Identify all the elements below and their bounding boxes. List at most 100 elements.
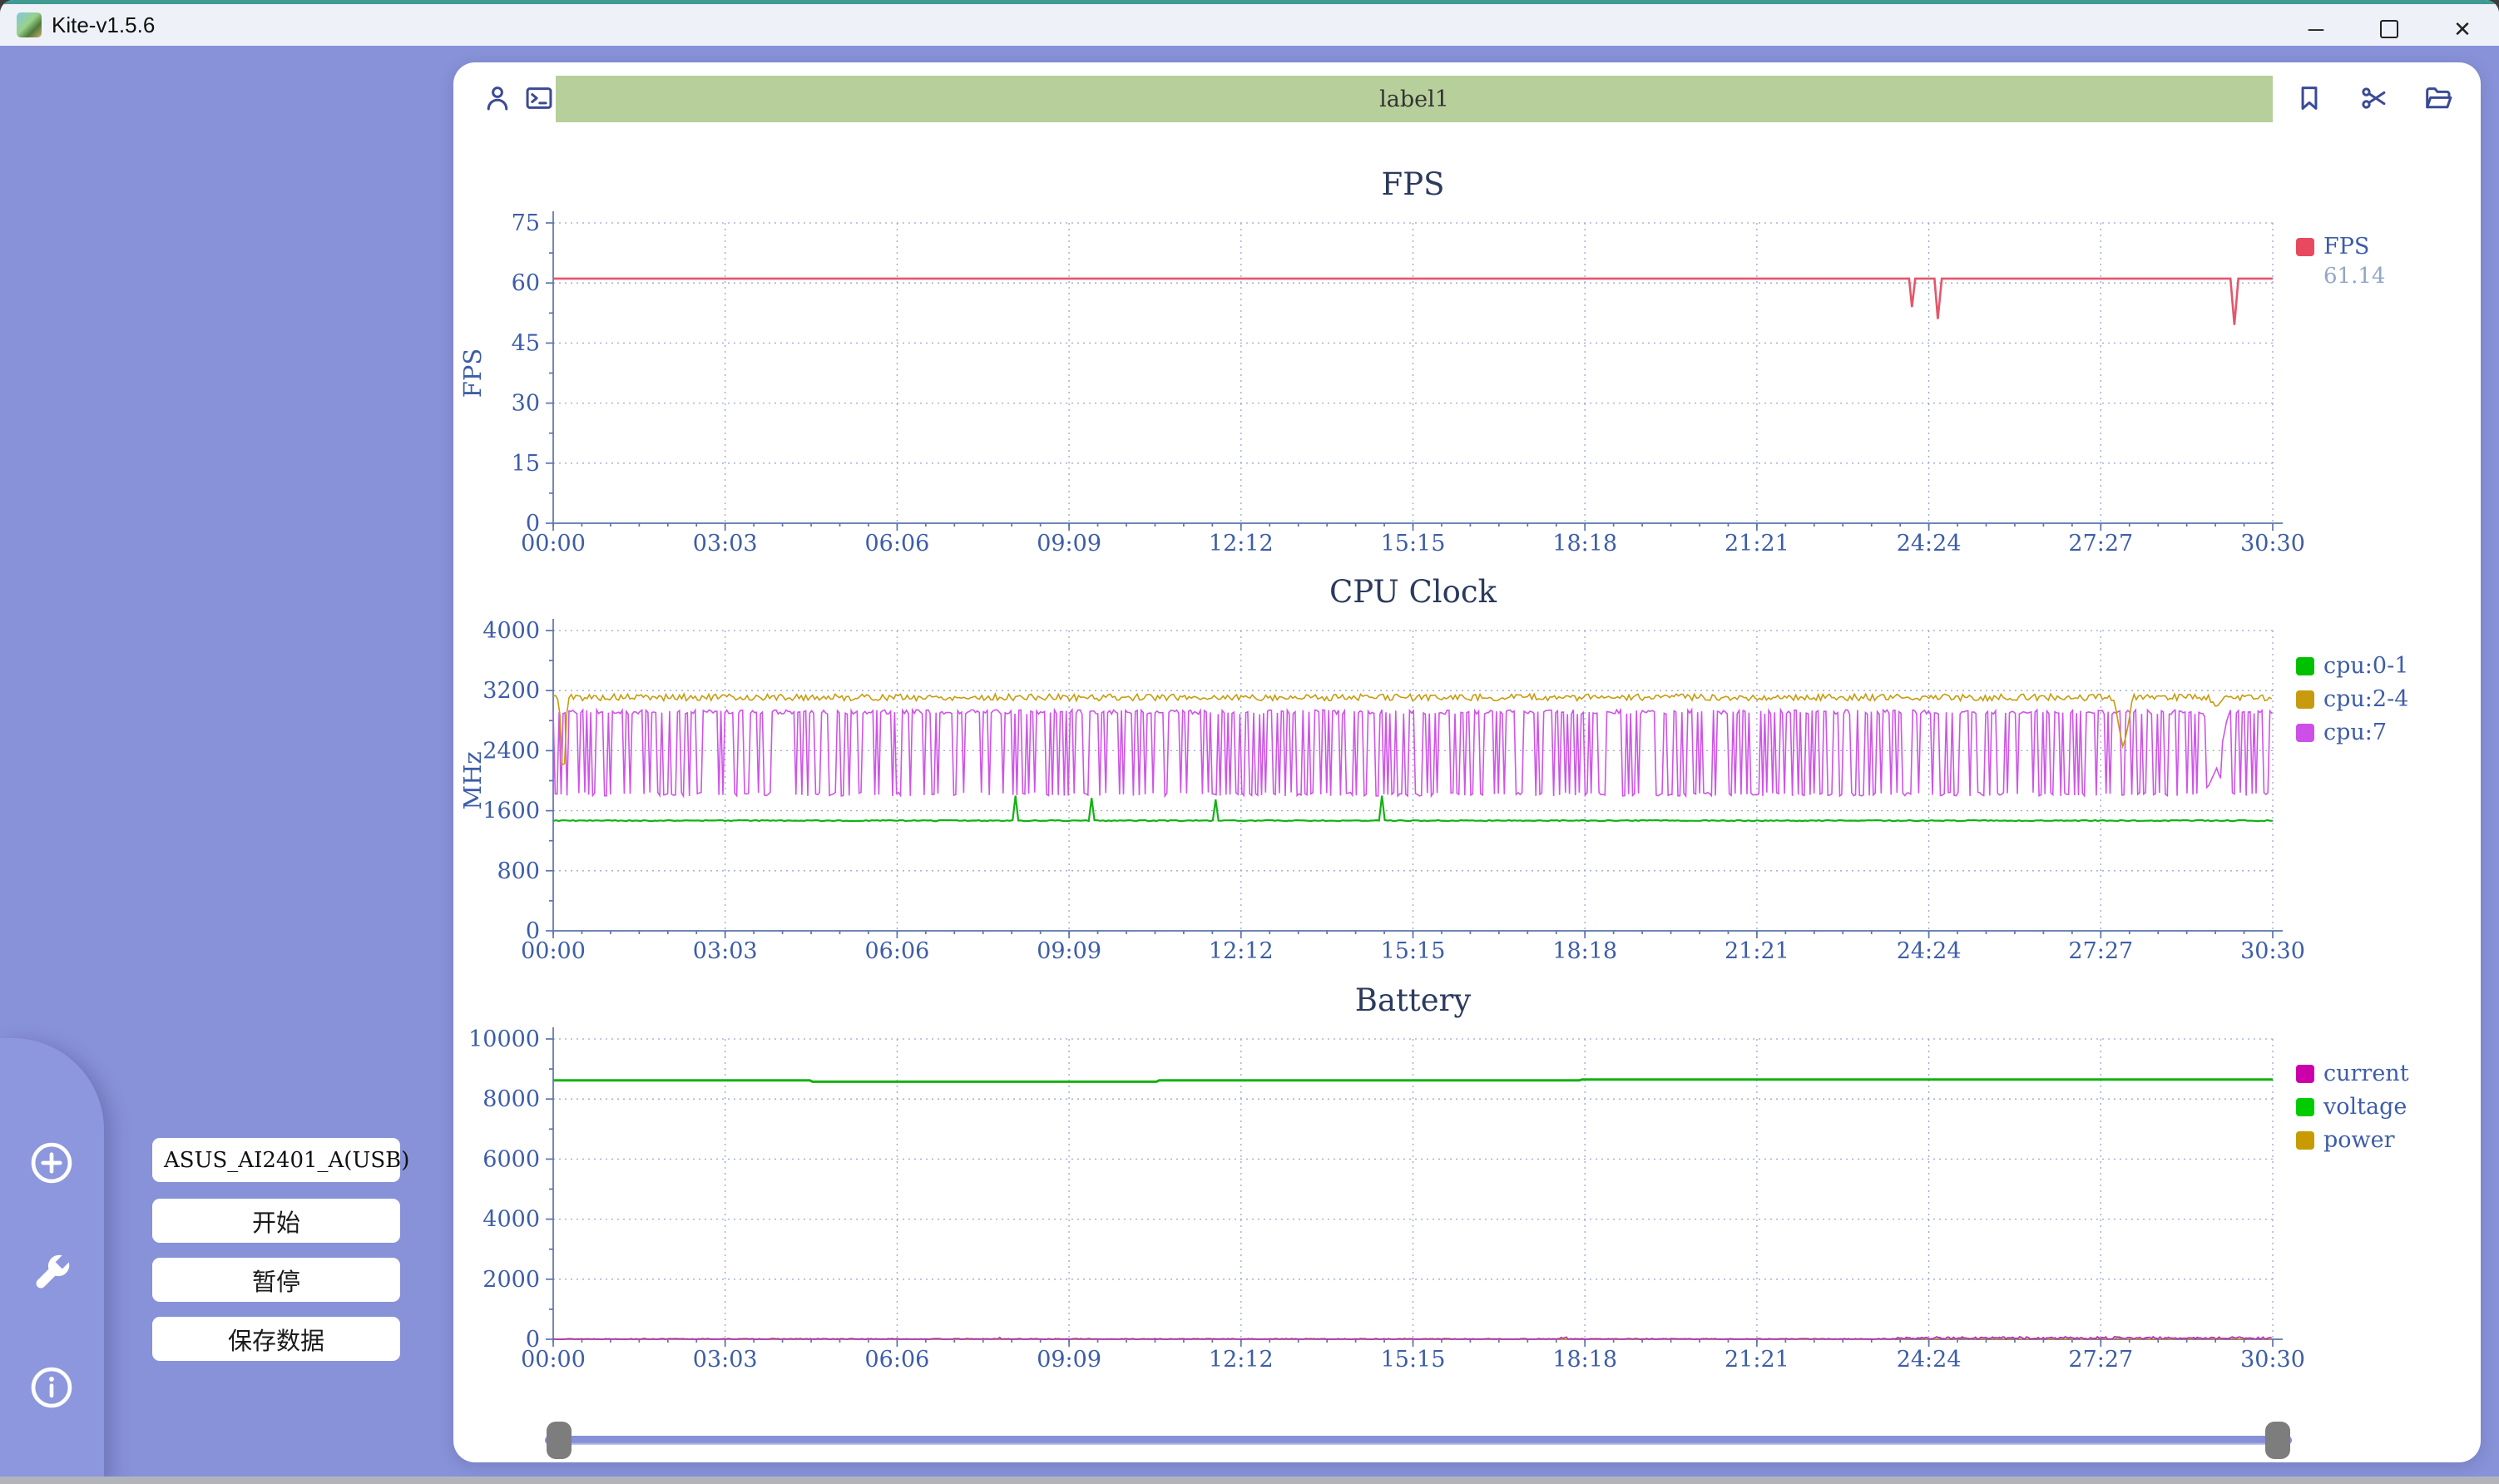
window-controls: ─ ✕ bbox=[2279, 8, 2499, 50]
legend-swatch bbox=[2296, 237, 2314, 256]
legend-swatch bbox=[2296, 690, 2314, 709]
taskbar-edge bbox=[0, 1477, 2499, 1484]
svg-text:18:18: 18:18 bbox=[1552, 938, 1617, 964]
legend-entry: voltage bbox=[2296, 1094, 2481, 1120]
label-input[interactable]: label1 bbox=[556, 76, 2273, 122]
svg-text:4000: 4000 bbox=[482, 1207, 540, 1233]
main-panel: label1 FPS 00:00 03:03 06:06 09:09 12:12… bbox=[453, 62, 2481, 1462]
about-button[interactable] bbox=[28, 1364, 75, 1411]
svg-text:09:09: 09:09 bbox=[1037, 1347, 1101, 1373]
svg-text:03:03: 03:03 bbox=[693, 531, 758, 556]
legend-swatch bbox=[2296, 1097, 2314, 1116]
legend-entry: cpu:7 bbox=[2296, 720, 2481, 745]
svg-text:24:24: 24:24 bbox=[1897, 1347, 1962, 1373]
svg-text:12:12: 12:12 bbox=[1209, 1347, 1274, 1373]
screen: Kite-v1.5.6 ─ ✕ ASUS_AI2401_A(USB) 开始 暂停… bbox=[0, 0, 2499, 1484]
settings-button[interactable] bbox=[28, 1250, 75, 1297]
add-device-button[interactable] bbox=[28, 1140, 75, 1186]
scissors-icon bbox=[2362, 87, 2386, 109]
user-icon bbox=[487, 87, 508, 111]
open-folder-button[interactable] bbox=[2422, 82, 2454, 114]
terminal-button[interactable] bbox=[523, 82, 555, 114]
legend-entry: current bbox=[2296, 1061, 2481, 1086]
svg-text:45: 45 bbox=[512, 330, 540, 356]
fps-chart: FPS 00:00 03:03 06:06 09:09 12:12 15:15 18:18 2… bbox=[453, 166, 2481, 564]
svg-text:30: 30 bbox=[512, 391, 540, 417]
chart-legend: FPS 61.14 bbox=[2296, 234, 2481, 295]
slider-handle-left[interactable] bbox=[547, 1422, 572, 1459]
titlebar: Kite-v1.5.6 ─ ✕ bbox=[0, 0, 2499, 46]
svg-text:21:21: 21:21 bbox=[1725, 531, 1789, 556]
add-circle-icon bbox=[31, 1142, 72, 1184]
device-select[interactable]: ASUS_AI2401_A(USB) bbox=[152, 1138, 409, 1182]
legend-label: voltage bbox=[2323, 1094, 2407, 1120]
legend-entry: FPS bbox=[2296, 234, 2481, 260]
svg-text:27:27: 27:27 bbox=[2068, 1347, 2133, 1373]
chart-legend: current voltage power bbox=[2296, 1061, 2481, 1160]
svg-text:09:09: 09:09 bbox=[1037, 531, 1101, 556]
legend-swatch bbox=[2296, 656, 2314, 675]
svg-text:2400: 2400 bbox=[482, 738, 540, 764]
cut-button[interactable] bbox=[2358, 82, 2390, 114]
chart-legend: cpu:0-1 cpu:2-4 cpu:7 bbox=[2296, 653, 2481, 753]
folder-icon bbox=[2426, 87, 2452, 109]
svg-text:0: 0 bbox=[526, 511, 540, 537]
legend-swatch bbox=[2296, 1130, 2314, 1150]
device-select-value: ASUS_AI2401_A(USB) bbox=[164, 1147, 410, 1173]
svg-text:1600: 1600 bbox=[482, 799, 540, 824]
svg-text:15:15: 15:15 bbox=[1381, 531, 1446, 556]
chart-title: FPS bbox=[1381, 166, 1445, 202]
close-icon: ✕ bbox=[2453, 16, 2472, 42]
svg-text:15:15: 15:15 bbox=[1381, 938, 1446, 964]
maximize-button[interactable] bbox=[2353, 8, 2426, 50]
svg-text:15: 15 bbox=[512, 451, 540, 477]
pause-button[interactable]: 暂停 bbox=[152, 1258, 400, 1302]
legend-label: cpu:7 bbox=[2323, 720, 2388, 745]
close-button[interactable]: ✕ bbox=[2426, 8, 2499, 50]
legend-entry: power bbox=[2296, 1127, 2481, 1153]
info-icon bbox=[31, 1367, 72, 1408]
svg-text:21:21: 21:21 bbox=[1725, 1347, 1789, 1373]
legend-label: cpu:2-4 bbox=[2323, 686, 2409, 712]
slider-handle-right[interactable] bbox=[2265, 1422, 2290, 1459]
svg-text:3200: 3200 bbox=[482, 678, 540, 704]
bookmark-button[interactable] bbox=[2294, 82, 2325, 114]
legend-label: FPS bbox=[2323, 234, 2370, 260]
battery-chart: Battery 00:00 03:03 06:06 09:09 12:12 15:15 18… bbox=[453, 982, 2481, 1380]
svg-text:30:30: 30:30 bbox=[2240, 1347, 2305, 1373]
start-button[interactable]: 开始 bbox=[152, 1199, 400, 1243]
svg-text:27:27: 27:27 bbox=[2068, 938, 2133, 964]
chart-title: Battery bbox=[1354, 982, 1472, 1018]
svg-text:0: 0 bbox=[526, 918, 540, 944]
wrench-icon bbox=[36, 1254, 70, 1289]
legend-entry: cpu:2-4 bbox=[2296, 686, 2481, 712]
time-range-slider[interactable] bbox=[545, 1420, 2292, 1460]
sidebar-rail bbox=[0, 1038, 104, 1484]
user-button[interactable] bbox=[482, 82, 513, 114]
svg-text:18:18: 18:18 bbox=[1552, 531, 1617, 556]
app-window: Kite-v1.5.6 ─ ✕ ASUS_AI2401_A(USB) 开始 暂停… bbox=[0, 0, 2499, 1484]
save-data-button[interactable]: 保存数据 bbox=[152, 1317, 400, 1361]
slider-track[interactable] bbox=[545, 1436, 2292, 1445]
svg-text:30:30: 30:30 bbox=[2240, 938, 2305, 964]
legend-label: current bbox=[2323, 1061, 2409, 1086]
minimize-icon: ─ bbox=[2308, 16, 2324, 42]
legend-label: power bbox=[2323, 1127, 2395, 1153]
legend-value: 61.14 bbox=[2323, 264, 2386, 289]
svg-text:03:03: 03:03 bbox=[693, 1347, 758, 1373]
svg-text:2000: 2000 bbox=[482, 1267, 540, 1293]
svg-text:03:03: 03:03 bbox=[693, 938, 758, 964]
svg-text:06:06: 06:06 bbox=[864, 1347, 929, 1373]
maximize-icon bbox=[2380, 20, 2398, 38]
chart-title: CPU Clock bbox=[1329, 574, 1497, 610]
svg-text:24:24: 24:24 bbox=[1897, 938, 1962, 964]
svg-text:27:27: 27:27 bbox=[2068, 531, 2133, 556]
svg-text:09:09: 09:09 bbox=[1037, 938, 1101, 964]
svg-text:24:24: 24:24 bbox=[1897, 531, 1962, 556]
svg-text:06:06: 06:06 bbox=[864, 531, 929, 556]
bookmark-icon bbox=[2301, 87, 2318, 110]
legend-swatch bbox=[2296, 1064, 2314, 1083]
minimize-button[interactable]: ─ bbox=[2279, 8, 2353, 50]
legend-label: cpu:0-1 bbox=[2323, 653, 2409, 679]
svg-text:6000: 6000 bbox=[482, 1146, 540, 1172]
